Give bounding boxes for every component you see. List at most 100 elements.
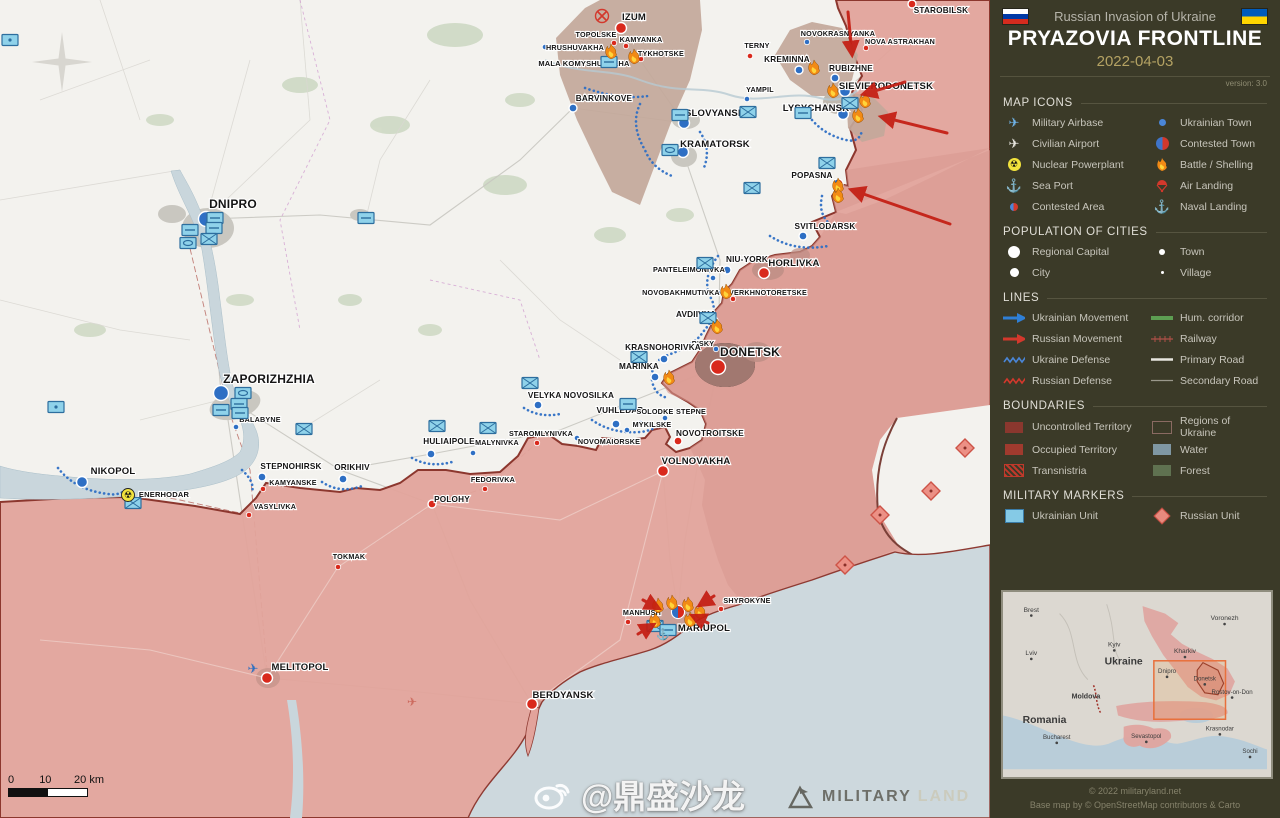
legend-label: Water — [1180, 444, 1208, 456]
civilian-airport-marker: ✈ — [407, 695, 417, 709]
militaryland-brand: MILITARYLAND — [786, 784, 970, 810]
legend-label: Russian Unit — [1180, 510, 1240, 522]
city-icon — [1010, 268, 1019, 277]
inset-label: Krasnodar — [1206, 726, 1234, 733]
town-label: NOVOMAIORSKE — [578, 437, 640, 446]
ukrainian-unit-marker — [235, 388, 251, 399]
inset-label: Kharkiv — [1174, 648, 1197, 655]
town-label: DONETSK — [720, 345, 780, 359]
town-label: BERDYANSK — [532, 690, 593, 701]
town-dot — [616, 23, 627, 34]
town-label: STAROMLYNIVKA — [509, 429, 573, 438]
svg-text:☢: ☢ — [124, 490, 132, 500]
town-dot — [795, 66, 803, 74]
town-dot — [747, 53, 752, 58]
inset-label: Ukraine — [1105, 657, 1143, 668]
scale-label-10: 10 — [39, 774, 74, 786]
village-icon — [1161, 271, 1164, 274]
scale-label-0: 0 — [8, 774, 39, 786]
town-label: STEPNOHIRSK — [260, 462, 321, 471]
town-dot — [863, 45, 868, 50]
town-dot — [77, 477, 88, 488]
town-label: PANTELEIMONIVKA — [653, 265, 725, 274]
town-dot — [262, 673, 273, 684]
town-dot — [710, 275, 715, 280]
legend-label: Air Landing — [1180, 180, 1233, 192]
legend-label: Secondary Road — [1180, 375, 1258, 387]
town-label: TOPOLSKE — [575, 30, 616, 39]
town-label: NIU-YORK — [726, 255, 768, 264]
ukrainian-unit-marker — [662, 145, 678, 156]
uncontrolled-territory-swatch — [1005, 422, 1023, 433]
town-label: STEPNE — [676, 407, 706, 416]
legend-label: Civilian Airport — [1032, 138, 1099, 150]
town-label: STAROBILSK — [914, 6, 969, 15]
town-label: IZUM — [622, 12, 646, 23]
town-label: HRUSHUVAKHA — [546, 43, 604, 52]
section-lines: LINES — [1003, 292, 1267, 304]
ukrainian-movement-icon — [1003, 313, 1025, 323]
town-dot — [625, 619, 630, 624]
legend-label: Contested Area — [1032, 201, 1104, 213]
town-dot — [246, 512, 251, 517]
town-label: MELITOPOL — [271, 662, 328, 673]
town-dot — [660, 355, 668, 363]
map-date: 2022-04-03 — [990, 53, 1280, 70]
town-label: TERNY — [744, 41, 769, 50]
section-population: POPULATION OF CITIES — [1003, 226, 1267, 238]
scale-label-20km: 20 km — [74, 774, 104, 786]
inset-label: Donetsk — [1194, 676, 1217, 683]
town-label: MARIUPOL — [678, 623, 730, 634]
town-label: TYKHOTSKE — [638, 49, 684, 58]
legend-label: Military Airbase — [1032, 117, 1103, 129]
town-dot — [711, 360, 726, 375]
legend-label: Town — [1180, 246, 1205, 258]
legend-label: Occupied Territory — [1032, 444, 1117, 456]
inset-canvas: BrestVoronezhKyivLvivKharkivUkraineDnipr… — [1003, 592, 1267, 772]
regions-of-ukraine-swatch — [1152, 421, 1172, 434]
town-label: VERKHNOTORETSKE — [729, 288, 807, 297]
town-dot — [624, 427, 629, 432]
town-label: TOKMAK — [333, 552, 366, 561]
town-dot — [233, 424, 238, 429]
russia-flag-icon — [1003, 9, 1028, 24]
town-label: ORIKHIV — [334, 463, 370, 472]
version-label: version: 3.0 — [990, 77, 1280, 88]
inset-label: Lviv — [1025, 650, 1037, 657]
town-dot — [804, 39, 809, 44]
town-label: POLOHY — [434, 495, 470, 504]
inset-label: Voronezh — [1211, 615, 1239, 622]
regional-capital-icon — [1008, 246, 1020, 258]
town-label: NOVA ASTRAKHAN — [865, 37, 935, 46]
legend-label: Nuclear Powerplant — [1032, 159, 1124, 171]
town-label: POPASNA — [791, 171, 832, 180]
town-label: HORLIVKA — [768, 258, 819, 269]
town-label: VOLNOVAKHA — [662, 456, 731, 467]
railway-icon — [1151, 335, 1173, 343]
town-label: KREMINNA — [764, 55, 810, 64]
scale-bar: 0 10 20 km — [8, 774, 104, 797]
legend-label: City — [1032, 267, 1050, 279]
inset-label: Sochi — [1242, 748, 1257, 755]
main-map: STAROBILSKIZUMTOPOLSKEKAMYANKAHRUSHUVAKH… — [0, 0, 990, 818]
inset-label: Romania — [1023, 715, 1067, 726]
forest-swatch — [1153, 465, 1171, 476]
town-label: KRASNOHORIVKA — [625, 343, 701, 352]
legend-label: Ukrainian Town — [1180, 117, 1252, 129]
town-label: HULIAIPOLE — [423, 437, 475, 446]
military-airbase-marker: ✈ — [248, 661, 259, 676]
legend-label: Sea Port — [1032, 180, 1073, 192]
legend-label: Ukrainian Unit — [1032, 510, 1098, 522]
town-label: KRAMATORSK — [680, 139, 750, 150]
town-label: BARVINKOVE — [576, 94, 633, 103]
town-label: ZAPORIZHZHIA — [223, 372, 315, 386]
town-label: SLOVYANSK — [685, 108, 745, 119]
town-dot — [258, 473, 266, 481]
brand-text-land: LAND — [918, 788, 970, 806]
town-dot — [534, 401, 542, 409]
legend-label: Ukrainian Movement — [1032, 312, 1128, 324]
occupied-territory-swatch — [1005, 444, 1023, 455]
town-label: DNIPRO — [209, 197, 257, 211]
town-dot — [569, 104, 577, 112]
panel-footer: © 2022 militaryland.net Base map by © Op… — [990, 785, 1280, 812]
